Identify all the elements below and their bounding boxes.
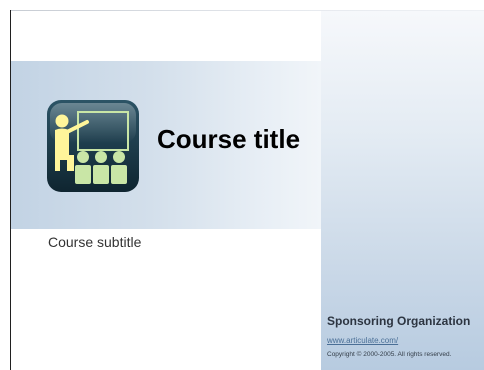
course-title: Course title (157, 124, 301, 154)
copyright-text: Copyright © 2000-2005. All rights reserv… (327, 351, 452, 358)
teacher-presentation-icon (47, 100, 139, 192)
title-slide: Course title Course subtitle Sponsoring … (11, 11, 484, 370)
course-subtitle: Course subtitle (48, 234, 142, 250)
sponsor-website-link[interactable]: www.articulate.com/ (327, 336, 398, 345)
sponsoring-organization: Sponsoring Organization (327, 314, 471, 328)
course-slide-window: Course title Course subtitle Sponsoring … (0, 0, 484, 370)
